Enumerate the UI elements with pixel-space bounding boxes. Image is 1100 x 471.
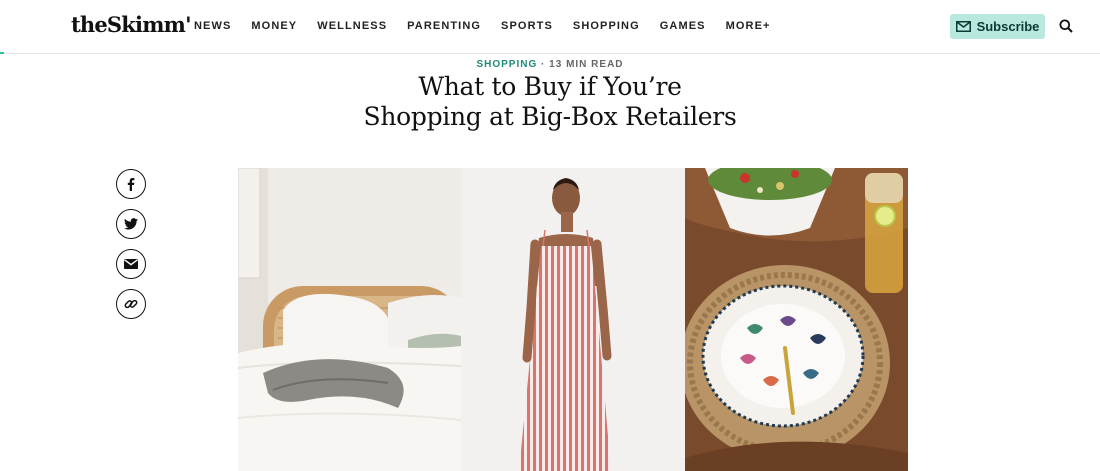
dress-image [461,168,685,471]
link-icon [124,299,138,309]
hero-image [238,168,908,471]
share-email-button[interactable] [116,249,146,279]
hero-panel-tableware [685,168,908,471]
tableware-image [685,168,908,471]
share-link-button[interactable] [116,289,146,319]
share-twitter-button[interactable] [116,209,146,239]
title-line-1: What to Buy if You’re [418,72,682,101]
article-meta: SHOPPING · 13 MIN READ [0,59,1100,70]
facebook-icon [127,178,135,191]
twitter-icon [124,218,138,230]
subscribe-label: Subscribe [976,19,1040,34]
main-nav: NEWS MONEY WELLNESS PARENTING SPORTS SHO… [194,20,791,32]
nav-item-money[interactable]: MONEY [251,20,297,32]
site-header: theSkimm' NEWS MONEY WELLNESS PARENTING … [0,0,1100,54]
mail-icon [955,21,971,32]
search-icon[interactable] [1059,19,1073,33]
subscribe-button[interactable]: Subscribe [950,14,1045,39]
nav-item-shopping[interactable]: SHOPPING [573,20,640,32]
article-category[interactable]: SHOPPING [476,59,537,70]
meta-separator: · [541,59,546,70]
page-title: What to Buy if You’re Shopping at Big-Bo… [300,72,800,132]
nav-item-games[interactable]: GAMES [660,20,706,32]
nav-item-more[interactable]: MORE+ [726,20,771,32]
hero-panel-dress [461,168,685,471]
nav-item-parenting[interactable]: PARENTING [407,20,481,32]
nav-item-sports[interactable]: SPORTS [501,20,553,32]
read-time: 13 MIN READ [549,59,624,70]
nav-item-wellness[interactable]: WELLNESS [317,20,387,32]
share-facebook-button[interactable] [116,169,146,199]
nav-item-news[interactable]: NEWS [194,20,231,32]
bedding-image [238,168,461,471]
hero-panel-bedding [238,168,461,471]
reading-progress-bar [0,52,4,54]
email-icon [124,259,138,269]
site-logo[interactable]: theSkimm' [71,12,192,37]
title-line-2: Shopping at Big-Box Retailers [363,102,737,131]
